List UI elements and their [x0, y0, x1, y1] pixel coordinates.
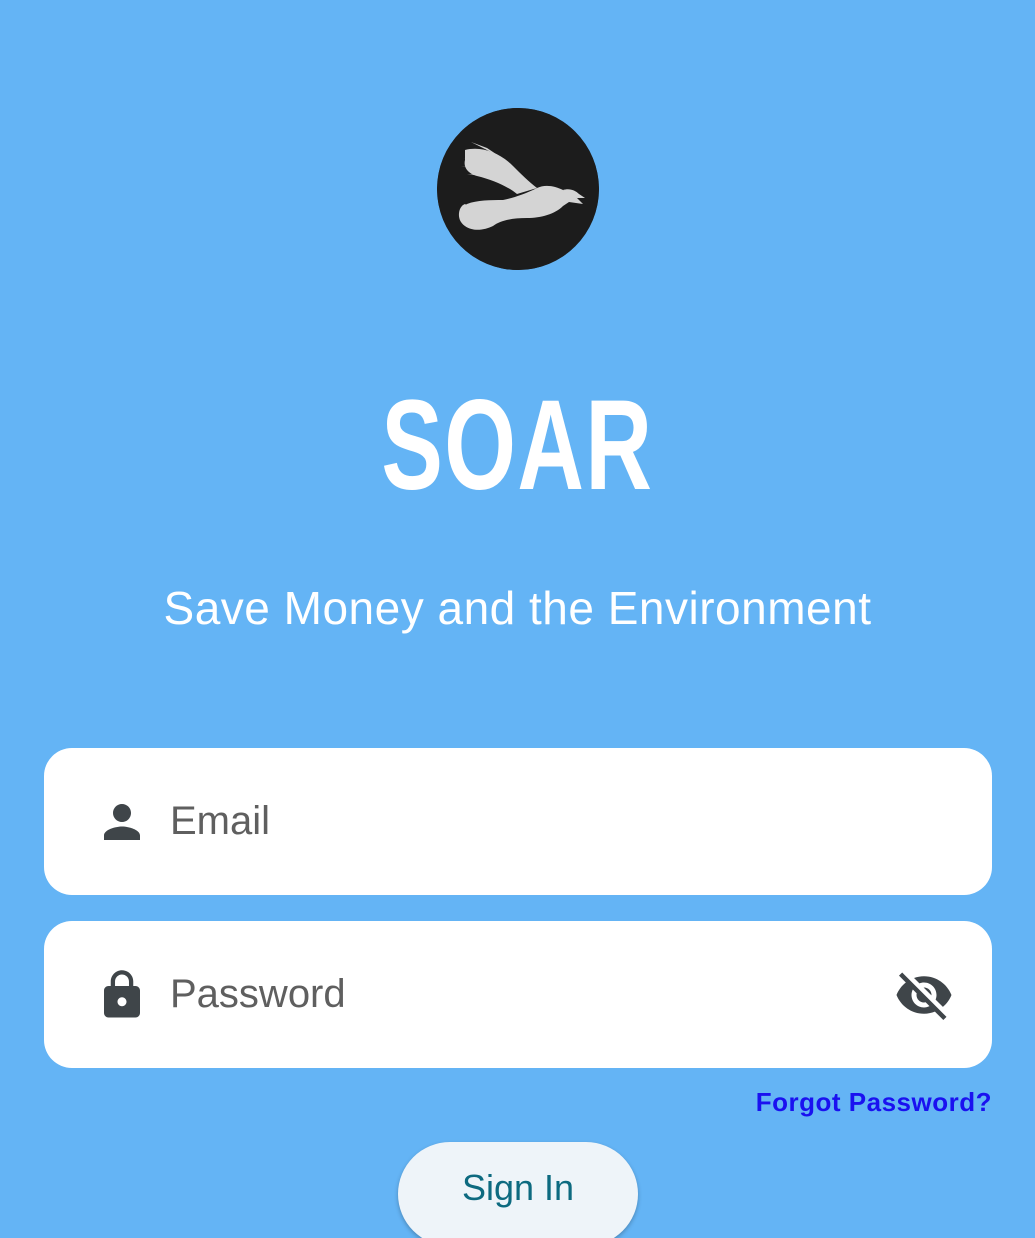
email-input[interactable] [170, 748, 870, 895]
password-field-container [44, 921, 992, 1068]
person-icon [95, 795, 149, 849]
sign-in-button[interactable]: Sign In [398, 1142, 638, 1238]
bird-logo-icon [437, 108, 599, 270]
app-title: SOAR [381, 374, 654, 517]
forgot-password-link[interactable]: Forgot Password? [756, 1084, 992, 1120]
sign-in-button-label: Sign In [461, 1167, 575, 1208]
app-tagline: Save Money and the Environment [163, 582, 872, 634]
email-field-container [44, 748, 992, 895]
password-input[interactable] [170, 921, 870, 1068]
login-screen: SOAR Save Money and the Environment Forg… [0, 0, 1035, 1238]
lock-icon [95, 968, 149, 1022]
eye-off-icon[interactable] [894, 965, 954, 1025]
